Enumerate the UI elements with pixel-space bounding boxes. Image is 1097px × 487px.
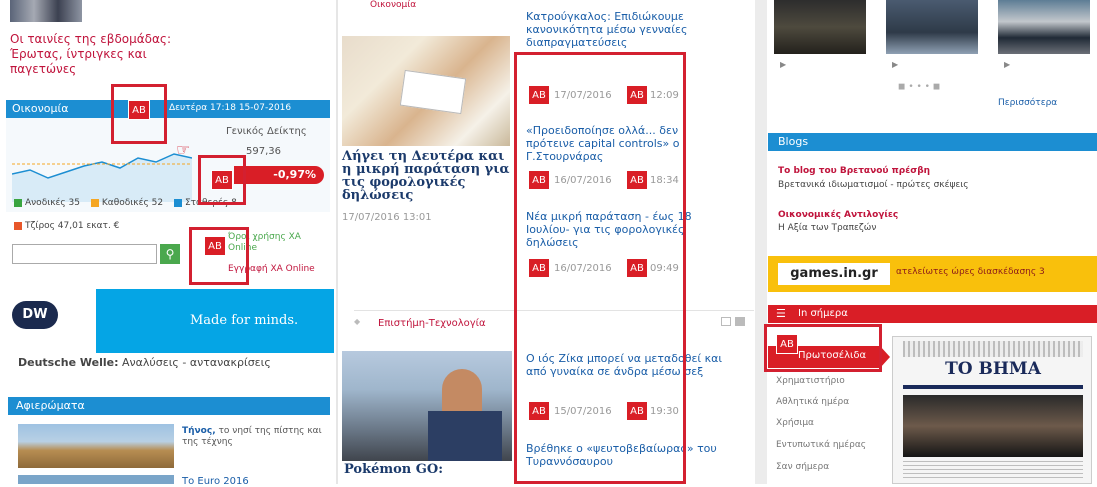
feature-image[interactable]: [342, 36, 510, 146]
blog-subtitle[interactable]: Η Αξία των Τραπεζών: [778, 223, 876, 233]
legend-up: Ανοδικές 35: [14, 198, 80, 208]
economy-title[interactable]: Οικονομία: [12, 102, 68, 115]
carousel-dots[interactable]: ◼ • • • ◼: [898, 82, 940, 92]
dw-logo-icon: DW: [12, 301, 58, 329]
menu-item[interactable]: Χρηματιστήριο: [776, 376, 845, 386]
games-tagline: ατελείωτες ώρες διασκέδασης 3: [896, 267, 1045, 277]
pokemon-image[interactable]: [342, 351, 512, 461]
menu-item[interactable]: Αθλητικά ημέρα: [776, 397, 849, 407]
cursor-pointer-icon: ☞: [176, 140, 191, 159]
blog-subtitle[interactable]: Βρετανικά ιδιωματισμοί - πρώτες σκέψεις: [778, 180, 969, 190]
dw-slogan: Made for minds.: [190, 313, 299, 328]
euro-thumbnail[interactable]: [18, 475, 174, 484]
euro-link[interactable]: Το Euro 2016: [182, 476, 249, 487]
menu-item[interactable]: Εντυπωτικά ημέρας: [776, 440, 866, 450]
economy-section-label[interactable]: Οικονομία: [370, 0, 416, 10]
stable-dot-icon: [173, 198, 182, 207]
ab-marker-icon[interactable]: AB: [211, 170, 233, 190]
menu-item[interactable]: Σαν σήμερα: [776, 462, 829, 472]
tinos-link[interactable]: Τήνος, το νησί της πίστης και της τέχνης: [182, 426, 322, 448]
movies-link[interactable]: Οι ταινίες της εβδομάδας: Έρωτας, ίντριγ…: [10, 32, 210, 77]
separator: [336, 0, 338, 484]
index-label: Γενικός Δείκτης: [226, 126, 307, 137]
dw-caption-bold: Deutsche Welle:: [18, 356, 119, 369]
video-thumbnail[interactable]: [774, 0, 866, 54]
today-title[interactable]: In σήμερα: [798, 308, 848, 319]
today-header: ☰ In σήμερα: [768, 305, 1097, 323]
legend-turnover: Τζίρος 47,01 εκατ. €: [14, 221, 119, 231]
blog-title[interactable]: Το blog του Βρετανού πρέσβη: [778, 166, 930, 176]
tinos-thumbnail[interactable]: [18, 424, 174, 468]
blog-title[interactable]: Οικονομικές Αντιλογίες: [778, 210, 898, 220]
right-column: ▶ ▶ ▶ ◼ • • • ◼ Περισσότερα Blogs Το blo…: [768, 0, 1097, 484]
pokemon-title[interactable]: Pokémon GO:: [344, 462, 443, 477]
blogs-header: Blogs: [768, 133, 1097, 151]
down-dot-icon: [90, 198, 99, 207]
search-icon[interactable]: ⚲: [160, 244, 180, 264]
feature-date: 17/07/2016 13:01: [342, 212, 432, 223]
more-link[interactable]: Περισσότερα: [998, 98, 1057, 108]
economy-header: Οικονομία Δευτέρα 17:18 15-07-2016: [6, 100, 330, 118]
ab-marker-icon[interactable]: AB: [128, 100, 150, 120]
turnover-dot-icon: [14, 221, 22, 230]
newspaper-title: ΤΟ ΒΗΜΑ: [945, 359, 1041, 379]
games-banner[interactable]: games.in.gr ατελείωτες ώρες διασκέδασης …: [768, 256, 1097, 292]
economy-date: Δευτέρα 17:18 15-07-2016: [169, 103, 292, 113]
dw-caption-text: Αναλύσεις - αντανακρίσεις: [121, 356, 271, 369]
ab-marker-icon[interactable]: AB: [776, 334, 798, 354]
separator: [755, 0, 767, 484]
blogs-title[interactable]: Blogs: [778, 135, 808, 148]
video-play-icon[interactable]: ▶: [780, 60, 786, 69]
index-change: -0,97%: [234, 166, 324, 184]
video-thumbnail[interactable]: [998, 0, 1090, 54]
menu-item[interactable]: Χρήσιμα: [776, 418, 814, 428]
stock-search-input[interactable]: [12, 244, 157, 264]
video-thumbnail[interactable]: [886, 0, 978, 54]
movies-thumbnail[interactable]: [10, 0, 82, 22]
feature-title[interactable]: Λήγει τη Δευτέρα και η μικρή παράταση γι…: [342, 150, 512, 202]
up-dot-icon: [14, 198, 22, 207]
legend-down: Καθοδικές 52: [90, 198, 163, 208]
afieromata-title[interactable]: Αφιερώματα: [16, 399, 85, 412]
left-column: Οι ταινίες της εβδομάδας: Έρωτας, ίντριγ…: [0, 0, 335, 487]
list-icon: ☰: [776, 307, 786, 320]
highlight-box: [514, 52, 686, 484]
index-value: 597,36: [246, 146, 281, 157]
dw-caption[interactable]: Deutsche Welle: Αναλύσεις - αντανακρίσει…: [18, 356, 271, 369]
video-play-icon[interactable]: ▶: [892, 60, 898, 69]
afieromata-header: Αφιερώματα: [8, 397, 330, 415]
prev-arrow-icon[interactable]: [721, 317, 731, 326]
science-title[interactable]: Επιστήμη-Τεχνολογία: [378, 318, 486, 329]
news-item-title[interactable]: Κατρούγκαλος: Επιδιώκουμε κανονικότητα μ…: [526, 10, 736, 49]
newspaper-frontpage[interactable]: ΤΟ ΒΗΜΑ: [892, 336, 1092, 484]
video-play-icon[interactable]: ▶: [1004, 60, 1010, 69]
ab-marker-icon[interactable]: AB: [204, 236, 226, 256]
games-logo: games.in.gr: [778, 263, 890, 285]
dw-banner[interactable]: DW Made for minds.: [0, 289, 334, 353]
next-arrow-icon[interactable]: [735, 317, 745, 326]
